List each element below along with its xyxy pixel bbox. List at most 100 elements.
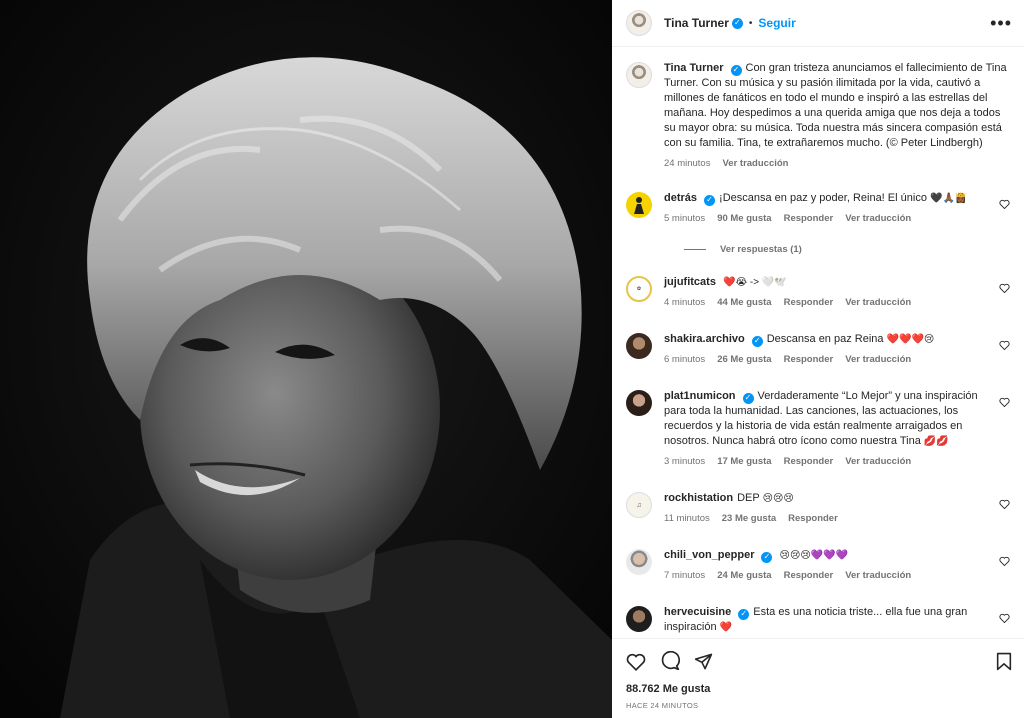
comments-list[interactable]: Tina Turner ✓ Con gran tristeza anunciamos… [612, 47, 1024, 638]
comment-avatar[interactable] [626, 549, 652, 575]
like-heart-icon[interactable] [999, 613, 1010, 623]
comment-avatar[interactable] [626, 333, 652, 359]
portrait-image [0, 0, 612, 718]
comment-emoji: ❤️ [719, 622, 733, 633]
more-options-icon[interactable]: ••• [990, 14, 1012, 32]
comment-username[interactable]: jujufitcats [664, 276, 716, 288]
like-heart-icon[interactable] [999, 283, 1010, 293]
comment-item: plat1numicon ✓ Verdaderamente “Lo Mejor” y… [626, 389, 1012, 467]
comment-item: shakira.archivo ✓ Descansa en paz Reina ❤️… [626, 332, 1012, 365]
author-avatar[interactable] [626, 10, 652, 36]
comment-emoji: 😢😢😢💜💜💜 [779, 550, 849, 561]
comment-item: hervecuisine ✓ Esta es una noticia triste.… [626, 605, 1012, 635]
comment-icon[interactable] [660, 651, 680, 671]
comment-emoji: 😢😢😢 [762, 493, 794, 504]
reply-button[interactable]: Responder [784, 456, 834, 467]
caption-translate-link[interactable]: Ver traducción [722, 158, 788, 169]
comment-time[interactable]: 4 minutos [664, 297, 705, 308]
verified-badge-icon: ✓ [730, 64, 742, 76]
comment-emoji: 💋💋 [923, 436, 949, 447]
comment-avatar[interactable]: ✿ [626, 276, 652, 302]
caption-username[interactable]: Tina Turner [664, 62, 724, 74]
like-heart-icon[interactable] [999, 199, 1010, 209]
post-side-panel: Tina Turner ✓ • Seguir ••• Tina Turner ✓ C… [612, 0, 1024, 718]
comment-text: DEP [737, 492, 760, 504]
comment-emoji: ❤️❤️❤️😢 [886, 334, 935, 345]
post-timestamp: HACE 24 MINUTOS [626, 701, 699, 710]
post-header: Tina Turner ✓ • Seguir ••• [612, 0, 1024, 47]
comment-username[interactable]: detrás [664, 192, 697, 204]
like-heart-icon[interactable] [999, 556, 1010, 566]
comment-likes[interactable]: 23 Me gusta [722, 513, 776, 524]
caption-time[interactable]: 24 minutos [664, 158, 710, 169]
comment-avatar[interactable]: ♫ [626, 492, 652, 518]
verified-badge-icon: ✓ [761, 551, 773, 563]
reply-button[interactable]: Responder [784, 354, 834, 365]
like-icon[interactable] [626, 652, 646, 671]
comment-username[interactable]: plat1numicon [664, 390, 736, 402]
comment-username[interactable]: rockhistation [664, 492, 733, 504]
avatar-logo-icon: ♫ [636, 501, 642, 509]
comment-likes[interactable]: 44 Me gusta [717, 297, 771, 308]
verified-badge-icon: ✓ [731, 17, 743, 29]
caption-text: Con gran tristeza anunciamos el fallecim… [664, 62, 1007, 149]
like-heart-icon[interactable] [999, 499, 1010, 509]
share-icon[interactable] [694, 652, 713, 671]
caption-avatar[interactable] [626, 62, 652, 88]
comment-avatar[interactable] [626, 390, 652, 416]
view-replies-label: Ver respuestas (1) [720, 244, 802, 255]
reply-button[interactable]: Responder [784, 213, 834, 224]
verified-badge-icon: ✓ [751, 335, 763, 347]
post-modal: Tina Turner ✓ • Seguir ••• Tina Turner ✓ C… [0, 0, 1024, 718]
verified-badge-icon: ✓ [704, 194, 716, 206]
reply-button[interactable]: Responder [788, 513, 838, 524]
comment-username[interactable]: hervecuisine [664, 606, 731, 618]
caption-text-block: Tina Turner ✓ Con gran tristeza anunciamos… [664, 61, 1012, 151]
avatar-figure-icon [634, 197, 644, 214]
post-footer: 88.762 Me gusta HACE 24 MINUTOS [612, 638, 1024, 718]
follow-button[interactable]: Seguir [758, 16, 795, 30]
comment-text: ¡Descansa en paz y poder, Reina! El únic… [719, 192, 927, 204]
translate-link[interactable]: Ver traducción [845, 354, 911, 365]
translate-link[interactable]: Ver traducción [845, 570, 911, 581]
comment-item: detrás ✓ ¡Descansa en paz y poder, Reina! … [626, 191, 1012, 224]
comment-text: Descansa en paz Reina [766, 333, 884, 345]
bookmark-icon[interactable] [996, 652, 1012, 671]
avatar-badge-icon: ✿ [636, 286, 642, 292]
verified-badge-icon: ✓ [738, 608, 750, 620]
replies-line [684, 249, 706, 250]
comment-avatar[interactable] [626, 192, 652, 218]
comment-likes[interactable]: 24 Me gusta [717, 570, 771, 581]
separator-dot: • [748, 17, 753, 29]
comment-time[interactable]: 6 minutos [664, 354, 705, 365]
comment-emoji: 🖤🙏🏾👸🏾 [930, 193, 968, 204]
comment-avatar[interactable] [626, 606, 652, 632]
comment-time[interactable]: 11 minutos [664, 513, 710, 524]
comment-likes[interactable]: 90 Me gusta [717, 213, 771, 224]
comment-likes[interactable]: 17 Me gusta [717, 456, 771, 467]
like-heart-icon[interactable] [999, 340, 1010, 350]
translate-link[interactable]: Ver traducción [845, 297, 911, 308]
comment-item: chili_von_pepper ✓ 😢😢😢💜💜💜 7 minutos 24 Me… [626, 548, 1012, 581]
action-bar [626, 639, 1012, 683]
reply-button[interactable]: Responder [784, 570, 834, 581]
likes-count[interactable]: 88.762 Me gusta [626, 683, 1012, 695]
author-username[interactable]: Tina Turner [664, 16, 729, 30]
comment-time[interactable]: 7 minutos [664, 570, 705, 581]
caption-meta: 24 minutos Ver traducción [664, 158, 1012, 169]
comment-item: ✿ jujufitcats ❤️😭 -> 🤍🕊️ 4 minutos 44 Me… [626, 275, 1012, 308]
post-photo[interactable] [0, 0, 612, 718]
view-replies-button[interactable]: Ver respuestas (1) [684, 244, 1012, 255]
comment-emoji: ❤️😭 -> 🤍🕊️ [723, 277, 787, 288]
comment-time[interactable]: 5 minutos [664, 213, 705, 224]
reply-button[interactable]: Responder [784, 297, 834, 308]
comment-username[interactable]: chili_von_pepper [664, 549, 754, 561]
translate-link[interactable]: Ver traducción [845, 213, 911, 224]
comment-likes[interactable]: 26 Me gusta [717, 354, 771, 365]
caption: Tina Turner ✓ Con gran tristeza anunciamos… [626, 61, 1012, 169]
translate-link[interactable]: Ver traducción [845, 456, 911, 467]
comment-username[interactable]: shakira.archivo [664, 333, 745, 345]
like-heart-icon[interactable] [999, 397, 1010, 407]
comment-time[interactable]: 3 minutos [664, 456, 705, 467]
comment-item: ♫ rockhistation DEP 😢😢😢 11 minutos 23 Me … [626, 491, 1012, 524]
